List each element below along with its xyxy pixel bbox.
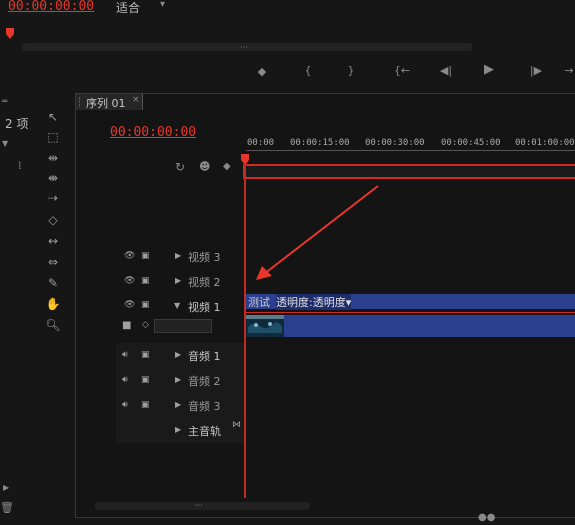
sequence-timecode[interactable]: 00:00:00:00	[110, 125, 196, 140]
column-divider-icon: ⁞	[18, 159, 22, 172]
speaker-icon[interactable]: 🔊︎	[122, 350, 128, 360]
track-label-video-1: 视频 1	[188, 301, 221, 314]
in-point-icon[interactable]: {	[302, 65, 314, 77]
scroll-handle-icon[interactable]: ···	[195, 500, 203, 512]
playhead-marker-icon[interactable]	[6, 25, 14, 39]
sequence-marker-icon[interactable]: ◆	[223, 161, 231, 173]
lock-icon[interactable]: ▣	[141, 350, 150, 360]
tab-label: 序列 01	[86, 97, 126, 110]
step-forward-icon[interactable]: |▶	[527, 65, 545, 77]
project-item-count: 2 项	[5, 117, 29, 131]
track-resize-icon[interactable]: ⋈	[232, 420, 241, 430]
chevron-down-icon[interactable]: ▾	[160, 0, 165, 10]
ruler-tick-2: 00:00:30:00	[365, 138, 425, 148]
ruler-tick-4: 00:01:00:00	[515, 138, 575, 148]
track-label-audio-1: 音频 1	[188, 350, 221, 363]
speaker-icon[interactable]: 🔊︎	[122, 375, 128, 385]
lock-icon[interactable]: ▣	[141, 251, 150, 261]
expand-track-icon[interactable]: ▶	[175, 425, 181, 434]
zoom-slider-icon[interactable]: ●●	[478, 512, 495, 524]
clip-body[interactable]	[246, 315, 575, 337]
track-label-master: 主音轨	[188, 425, 221, 438]
razor-tool-icon[interactable]: ◇	[42, 213, 64, 227]
ruler-tick-0: 00:00	[247, 138, 275, 148]
expand-track-icon[interactable]: ▶	[175, 276, 181, 285]
tab-close-icon[interactable]: ×	[132, 95, 140, 105]
rolling-edit-tool-icon[interactable]: ⇼	[42, 171, 64, 185]
collapse-track-icon[interactable]: ▼	[174, 301, 180, 310]
work-area-bar[interactable]	[243, 164, 575, 179]
selection-tool-icon[interactable]: ↖	[42, 110, 64, 124]
expand-arrow-icon[interactable]: ▶	[3, 482, 9, 494]
lock-icon[interactable]: ▣	[141, 400, 150, 410]
tab-sequence-01[interactable]: 序列 01 ×	[76, 94, 143, 110]
keyframe-nav[interactable]	[154, 319, 212, 333]
pen-tool-icon[interactable]: ✎	[42, 276, 64, 290]
expand-track-icon[interactable]: ▶	[175, 375, 181, 384]
snap-icon[interactable]: ↻	[175, 161, 185, 173]
ruler-tick-1: 00:00:15:00	[290, 138, 350, 148]
track-select-tool-icon[interactable]: ⬚	[42, 130, 64, 144]
clip-effect-select[interactable]: 透明度:透明度▾	[276, 294, 352, 310]
panel-menu-icon[interactable]: ═	[2, 96, 7, 108]
display-style-icon[interactable]: ■	[122, 320, 131, 331]
zoom-select-value: 适合	[116, 1, 141, 15]
expand-track-icon[interactable]: ▶	[175, 251, 181, 260]
ruler-tick-3: 00:00:45:00	[441, 138, 501, 148]
ripple-edit-tool-icon[interactable]: ⇹	[42, 151, 64, 165]
clip-rubber-band[interactable]	[246, 312, 575, 313]
clip-thumbnail	[246, 315, 284, 337]
step-back-icon[interactable]: ◀|	[437, 65, 455, 77]
trash-icon[interactable]: 🗑	[0, 502, 14, 514]
expand-track-icon[interactable]: ▶	[175, 400, 181, 409]
eye-icon[interactable]: 👁︎	[124, 300, 135, 310]
track-label-video-3: 视频 3	[188, 251, 221, 264]
clip-name: 测试	[248, 296, 270, 309]
slide-tool-icon[interactable]: ⇔	[42, 255, 64, 269]
track-label-audio-3: 音频 3	[188, 400, 221, 413]
zoom-select[interactable]: 适合	[116, 0, 140, 16]
goto-out-icon[interactable]: →	[562, 65, 575, 77]
lock-icon[interactable]: ▣	[141, 276, 150, 286]
ruler-line	[246, 150, 575, 151]
eye-icon[interactable]: 👁︎	[124, 251, 135, 261]
play-icon[interactable]: ▶	[482, 63, 496, 76]
slip-tool-icon[interactable]: ↔	[42, 234, 64, 248]
collapse-arrow-icon[interactable]: ▼	[2, 138, 8, 150]
out-point-icon[interactable]: }	[345, 65, 357, 77]
eye-icon[interactable]: 👁︎	[124, 276, 135, 286]
clip-effect-bar[interactable]: 测试 透明度:透明度▾	[246, 294, 575, 310]
track-label-video-2: 视频 2	[188, 276, 221, 289]
hand-tool-icon[interactable]: ✋	[42, 297, 64, 311]
marker-icon[interactable]: ◆	[256, 66, 268, 78]
set-marker-icon[interactable]: ☻	[199, 161, 210, 173]
expand-track-icon[interactable]: ▶	[175, 350, 181, 359]
annotation-arrow	[256, 185, 379, 280]
zoom-tool-icon[interactable]: 🔍︎	[42, 318, 64, 332]
lock-icon[interactable]: ▣	[141, 300, 150, 310]
goto-in-icon[interactable]: {←	[392, 65, 412, 77]
tab-grip-icon	[79, 97, 83, 107]
scroll-handle-icon[interactable]: ···	[240, 42, 248, 54]
track-label-audio-2: 音频 2	[188, 375, 221, 388]
speaker-icon[interactable]: 🔊︎	[122, 400, 128, 410]
rate-stretch-tool-icon[interactable]: ⇢	[42, 191, 64, 205]
lock-icon[interactable]: ▣	[141, 375, 150, 385]
monitor-timecode[interactable]: 00:00:00:00	[8, 0, 94, 14]
playhead-head-icon[interactable]	[241, 151, 249, 165]
keyframe-icon[interactable]: ◇	[142, 320, 149, 330]
